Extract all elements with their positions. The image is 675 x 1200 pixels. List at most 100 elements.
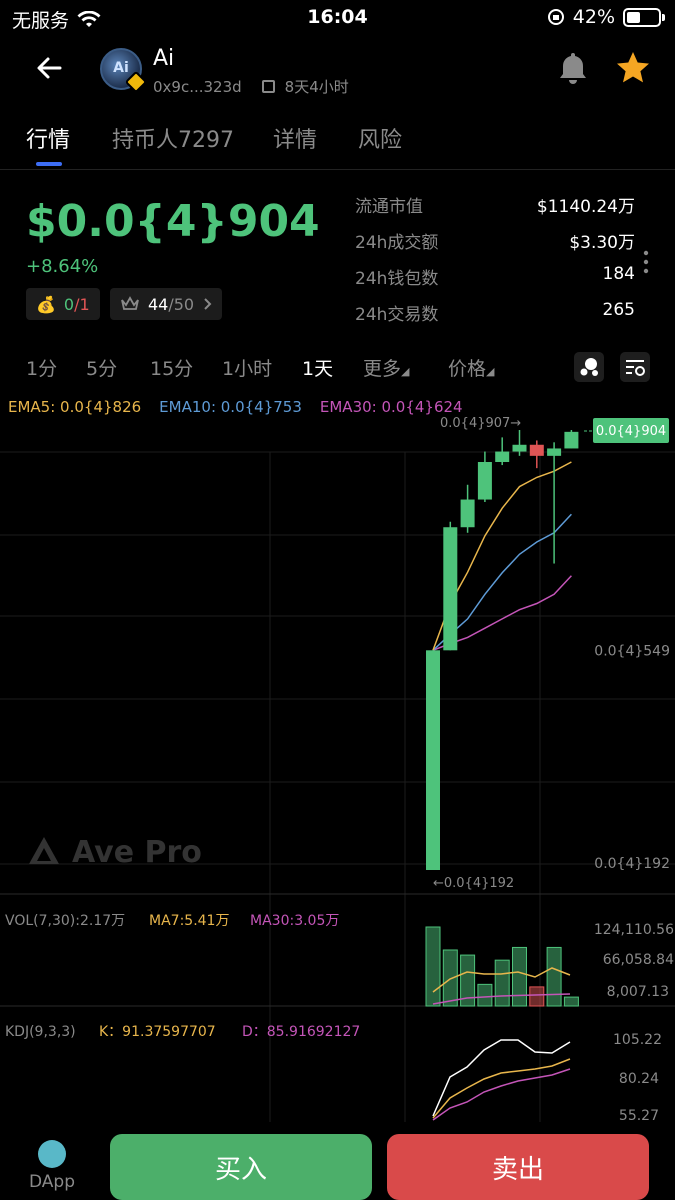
- volume-bar: [425, 926, 441, 1007]
- interval-5m[interactable]: 5分: [86, 354, 117, 381]
- crown-count: 44: [148, 294, 169, 314]
- candle: [426, 650, 440, 870]
- candle: [512, 444, 527, 452]
- stat-value: $1140.24万: [536, 197, 635, 217]
- kdj-d-label: D：85.91692127: [242, 1024, 360, 1040]
- token-age: 8天4小时: [284, 78, 349, 96]
- volume-legend: VOL(7,30):2.17万: [5, 913, 125, 929]
- token-header: Ai Ai 0x9c...323d 8天4小时: [0, 38, 675, 108]
- interval-1d[interactable]: 1天: [302, 354, 333, 381]
- battery-percent: 42%: [572, 6, 615, 28]
- candle: [443, 527, 458, 651]
- dapp-button[interactable]: DApp: [26, 1140, 78, 1192]
- buy-button[interactable]: 买入: [110, 1134, 372, 1200]
- kdj-j-line: [432, 1039, 571, 1117]
- settings-list-icon: [626, 360, 645, 376]
- volume-bar: [442, 949, 458, 1007]
- volume-bar: [512, 946, 527, 1007]
- money-bag-total: /1: [74, 294, 90, 314]
- price-axis-label: 0.0{4}549: [594, 643, 670, 659]
- low-marker: ←0.0{4}192: [433, 876, 514, 891]
- stat-label: 24h成交额: [355, 233, 439, 253]
- bell-icon[interactable]: [553, 48, 593, 88]
- contract-address: 0x9c...323d: [153, 77, 242, 96]
- volume-bar: [477, 983, 493, 1007]
- orientation-lock-icon: [547, 9, 564, 25]
- kdj-axis-label: 55.27: [619, 1108, 659, 1122]
- bottom-bar: DApp 买入 卖出: [0, 1122, 675, 1200]
- crown-badge[interactable]: 44/50: [110, 288, 223, 320]
- interval-more[interactable]: 更多◢: [363, 354, 409, 381]
- kdj-k-line: [432, 1058, 571, 1119]
- kdj-legend: KDJ(9,3,3): [5, 1024, 76, 1040]
- stat-value: 265: [602, 300, 635, 320]
- sell-button[interactable]: 卖出: [387, 1134, 649, 1200]
- stat-label: 24h钱包数: [355, 269, 439, 289]
- kdj-axis-label: 105.22: [613, 1032, 662, 1048]
- tab-holders[interactable]: 持币人7297: [112, 122, 234, 154]
- volume-axis-label: 66,058.84: [603, 952, 674, 968]
- candle: [547, 448, 562, 456]
- kdj-axis-label: 80.24: [619, 1071, 659, 1087]
- interval-1h[interactable]: 1小时: [222, 354, 272, 381]
- token-logo: Ai: [100, 48, 148, 94]
- volume-bar: [529, 986, 545, 1007]
- stat-row: 流通市值 $1140.24万: [355, 192, 635, 228]
- interval-more-label: 更多: [363, 358, 402, 380]
- battery-group: 42%: [547, 6, 665, 28]
- current-price-label: 0.0{4}904: [596, 424, 666, 439]
- more-dots-icon[interactable]: [643, 250, 649, 274]
- kdj-k-label: K：91.37597707: [99, 1024, 216, 1040]
- crown-total: /50: [168, 294, 195, 314]
- interval-price-label: 价格: [448, 358, 487, 380]
- status-bar: 无服务 16:04 42%: [0, 0, 675, 36]
- caret-icon: ◢: [486, 365, 495, 378]
- volume-axis-label: 124,110.56: [594, 922, 674, 938]
- money-bag-icon: 💰: [36, 294, 56, 314]
- money-bag-badge[interactable]: 💰 0/1: [26, 288, 100, 320]
- interval-1m[interactable]: 1分: [26, 354, 57, 381]
- tab-bar: 行情 持币人7297 详情 风险: [0, 118, 675, 170]
- money-bag-count: 0: [63, 294, 75, 314]
- interval-bar: 1分 5分 15分 1小时 1天 更多◢ 价格◢: [0, 352, 675, 384]
- battery-icon: [623, 7, 665, 27]
- stat-value: 184: [602, 264, 635, 284]
- candle: [529, 444, 544, 456]
- kdj-d-line: [432, 1068, 571, 1121]
- price-change: +8.64%: [26, 256, 99, 277]
- stat-label: 流通市值: [355, 197, 423, 217]
- copy-icon[interactable]: [261, 80, 275, 93]
- watermark-text: Ave Pro: [72, 834, 202, 870]
- chart-settings-button[interactable]: [620, 352, 650, 382]
- volume-ma30-label: MA30:3.05万: [250, 913, 339, 929]
- tab-details[interactable]: 详情: [273, 122, 317, 154]
- stat-row: 24h交易数 265: [355, 300, 635, 336]
- interval-15m[interactable]: 15分: [150, 354, 193, 381]
- tab-market[interactable]: 行情: [26, 122, 70, 154]
- star-icon[interactable]: [613, 48, 653, 88]
- back-arrow-icon[interactable]: [32, 50, 68, 86]
- bubbles-icon: [580, 358, 598, 376]
- price-chart[interactable]: 0.0{4}549 0.0{4}192 0.0{4}907→ ←0.0{4}192 0.…: [0, 412, 675, 1122]
- stat-row: 24h成交额 $3.30万: [355, 228, 635, 264]
- candle: [477, 462, 492, 500]
- stat-value: $3.30万: [569, 233, 635, 253]
- candle: [495, 451, 510, 462]
- chevron-right-icon: [204, 298, 212, 310]
- stat-label: 24h交易数: [355, 305, 439, 325]
- volume-bar: [563, 996, 579, 1007]
- interval-price[interactable]: 价格◢: [448, 354, 494, 381]
- high-marker: 0.0{4}907→: [440, 416, 521, 431]
- tab-indicator: [36, 162, 62, 166]
- crown-icon: [121, 296, 139, 310]
- token-name: Ai: [153, 46, 175, 71]
- volume-bar: [494, 959, 510, 1007]
- tab-risk[interactable]: 风险: [358, 122, 402, 154]
- stat-row: 24h钱包数 184: [355, 264, 635, 300]
- stats-panel: 流通市值 $1140.24万 24h成交额 $3.30万 24h钱包数 184 …: [355, 192, 635, 336]
- indicator-tool-button[interactable]: [574, 352, 604, 382]
- watermark: Ave Pro: [26, 834, 202, 870]
- caret-icon: ◢: [401, 365, 410, 378]
- token-subline: 0x9c...323d 8天4小时: [153, 76, 349, 97]
- ave-logo-icon: [29, 837, 59, 864]
